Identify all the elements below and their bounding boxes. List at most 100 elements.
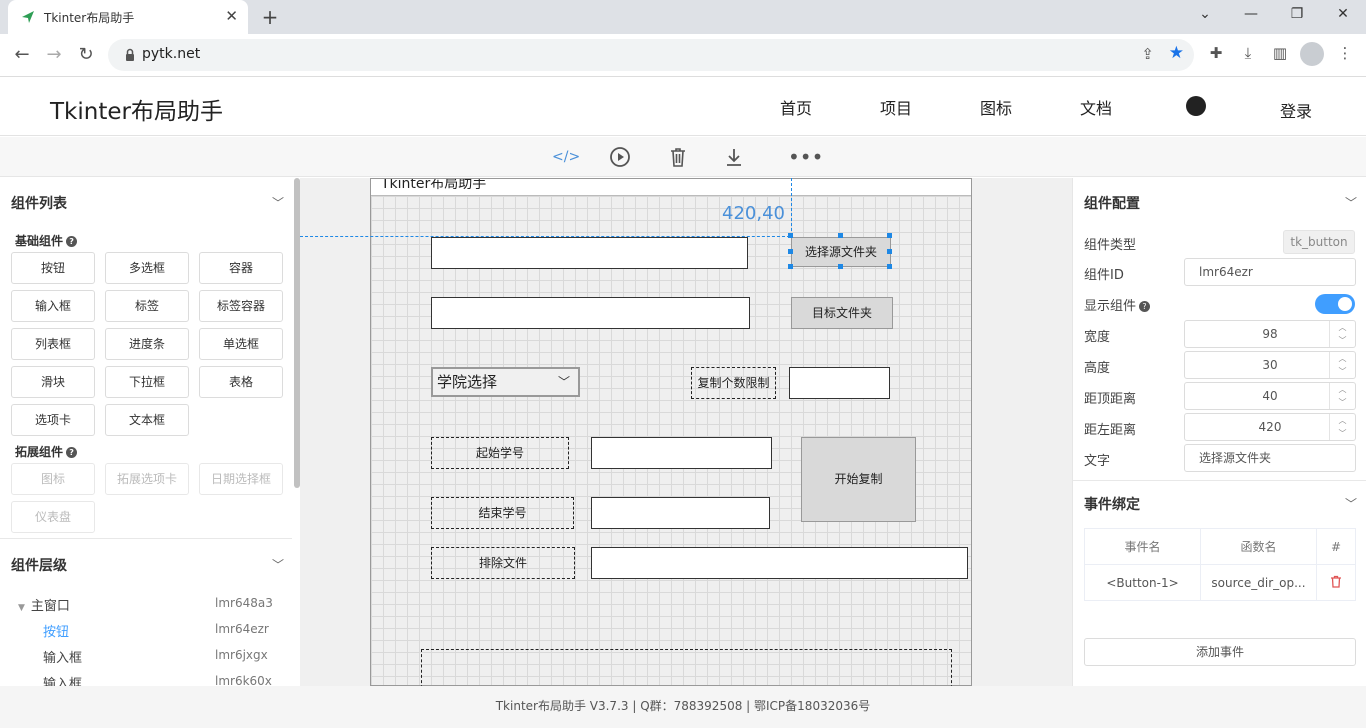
resize-handle[interactable] xyxy=(838,264,843,269)
component-text[interactable]: 文本框 xyxy=(105,404,189,436)
tk-label-end-id[interactable]: 结束学号 xyxy=(431,497,574,529)
table-row[interactable]: <Button-1> source_dir_op... xyxy=(1084,564,1356,601)
component-ext-notebook[interactable]: 拓展选项卡 xyxy=(105,463,189,495)
component-progressbar[interactable]: 进度条 xyxy=(105,328,189,360)
tk-button-start-copy[interactable]: 开始复制 xyxy=(801,437,916,522)
chevron-down-icon[interactable]: ﹀ xyxy=(1345,194,1357,211)
site-logo[interactable]: Tkinter布局助手 xyxy=(50,92,223,126)
divider xyxy=(1073,480,1366,481)
height-input[interactable]: 30 ︿ ﹀ xyxy=(1184,351,1356,379)
tk-button-target[interactable]: 目标文件夹 xyxy=(791,297,893,329)
tk-entry-end-id[interactable] xyxy=(591,497,770,529)
component-table[interactable]: 表格 xyxy=(199,366,283,398)
component-icon[interactable]: 图标 xyxy=(11,463,95,495)
text-input[interactable]: 选择源文件夹 xyxy=(1184,444,1356,472)
close-window-button[interactable]: ✕ xyxy=(1328,6,1358,22)
width-label: 宽度 xyxy=(1084,330,1111,345)
play-icon[interactable] xyxy=(608,145,632,169)
component-label[interactable]: 标签 xyxy=(105,290,189,322)
component-listbox[interactable]: 列表框 xyxy=(11,328,95,360)
component-button[interactable]: 按钮 xyxy=(11,252,95,284)
tree-item-selected[interactable]: 按钮 xyxy=(43,621,69,640)
nav-home[interactable]: 首页 xyxy=(780,95,812,119)
profile-avatar[interactable] xyxy=(1300,42,1324,66)
chevron-down-icon[interactable]: ﹀ xyxy=(558,369,570,395)
share-icon[interactable]: ⇪ xyxy=(1141,45,1154,63)
component-entry[interactable]: 输入框 xyxy=(11,290,95,322)
resize-handle[interactable] xyxy=(838,233,843,238)
arrow-right-icon[interactable]: → xyxy=(42,44,66,65)
download-icon[interactable]: ⤓ xyxy=(1237,44,1259,62)
resize-handle[interactable] xyxy=(788,233,793,238)
stepper-icon[interactable]: ︿ ﹀ xyxy=(1329,321,1355,347)
component-checkbox[interactable]: 多选框 xyxy=(105,252,189,284)
nav-icons[interactable]: 图标 xyxy=(980,95,1012,119)
caret-down-icon[interactable]: ▼ xyxy=(18,603,25,613)
tree-item[interactable]: 输入框 xyxy=(43,647,82,666)
tk-button-select-source[interactable]: 选择源文件夹 xyxy=(791,237,891,267)
component-slider[interactable]: 滑块 xyxy=(11,366,95,398)
width-input[interactable]: 98 ︿ ﹀ xyxy=(1184,320,1356,348)
login-link[interactable]: 登录 xyxy=(1280,98,1312,122)
component-radio[interactable]: 单选框 xyxy=(199,328,283,360)
tk-entry-copy-limit[interactable] xyxy=(789,367,890,399)
chevron-down-icon[interactable]: ﹀ xyxy=(272,556,284,573)
download-icon[interactable] xyxy=(722,145,746,169)
component-combobox[interactable]: 下拉框 xyxy=(105,366,189,398)
help-icon[interactable]: ? xyxy=(66,236,78,247)
restore-button[interactable]: ❐ xyxy=(1282,6,1312,22)
tk-entry-source[interactable] xyxy=(431,237,748,269)
side-panel-icon[interactable]: ▥ xyxy=(1269,44,1291,62)
github-icon[interactable] xyxy=(1186,96,1206,116)
tree-item[interactable]: 输入框 xyxy=(43,673,82,686)
tk-label-copy-limit[interactable]: 复制个数限制 xyxy=(691,367,776,399)
stepper-icon[interactable]: ︿ ﹀ xyxy=(1329,352,1355,378)
tree-item-root[interactable]: ▼ 主窗口 xyxy=(18,595,70,614)
resize-handle[interactable] xyxy=(887,264,892,269)
component-gauge[interactable]: 仪表盘 xyxy=(11,501,95,533)
tk-combobox-college[interactable]: 学院选择 ﹀ xyxy=(431,367,580,397)
tk-main-window[interactable]: Tkinter布局助手 选择源文件夹 目标文件夹 学院选择 ﹀ 复制个数限制 起始… xyxy=(370,178,972,709)
chevron-down-icon[interactable]: ﹀ xyxy=(1345,495,1357,512)
add-event-button[interactable]: 添加事件 xyxy=(1084,638,1356,666)
tab-close-icon[interactable]: ✕ xyxy=(225,7,238,25)
chevron-down-icon[interactable]: ﹀ xyxy=(272,194,284,211)
help-icon[interactable]: ? xyxy=(1139,301,1151,312)
resize-handle[interactable] xyxy=(788,249,793,254)
left-input[interactable]: 420 ︿ ﹀ xyxy=(1184,413,1356,441)
nav-projects[interactable]: 项目 xyxy=(880,95,912,119)
arrow-left-icon[interactable]: ← xyxy=(10,44,34,65)
top-input[interactable]: 40 ︿ ﹀ xyxy=(1184,382,1356,410)
bookmark-star-icon[interactable]: ★ xyxy=(1169,43,1184,63)
tk-label-start-id[interactable]: 起始学号 xyxy=(431,437,569,469)
tk-entry-target[interactable] xyxy=(431,297,750,329)
stepper-icon[interactable]: ︿ ﹀ xyxy=(1329,383,1355,409)
code-icon[interactable]: </> xyxy=(552,145,580,169)
reload-icon[interactable]: ↻ xyxy=(74,44,98,65)
resize-handle[interactable] xyxy=(788,264,793,269)
browser-tab[interactable]: Tkinter布局助手 ✕ xyxy=(8,0,248,34)
component-labelframe[interactable]: 标签容器 xyxy=(199,290,283,322)
component-datepicker[interactable]: 日期选择框 xyxy=(199,463,283,495)
resize-handle[interactable] xyxy=(887,249,892,254)
help-icon[interactable]: ? xyxy=(66,447,78,458)
tk-entry-start-id[interactable] xyxy=(591,437,772,469)
tk-entry-exclude[interactable] xyxy=(591,547,968,579)
tk-label-exclude[interactable]: 排除文件 xyxy=(431,547,575,579)
nav-docs[interactable]: 文档 xyxy=(1080,95,1112,119)
component-container[interactable]: 容器 xyxy=(199,252,283,284)
new-tab-button[interactable]: + xyxy=(258,5,282,29)
tab-search-icon[interactable]: ⌄ xyxy=(1190,6,1220,22)
stepper-icon[interactable]: ︿ ﹀ xyxy=(1329,414,1355,440)
delete-icon[interactable] xyxy=(1316,564,1356,601)
browser-menu-icon[interactable]: ⋮ xyxy=(1334,44,1356,62)
id-input[interactable]: lmr64ezr xyxy=(1184,258,1356,286)
trash-icon[interactable] xyxy=(666,145,690,169)
show-toggle[interactable] xyxy=(1315,294,1355,314)
component-notebook[interactable]: 选项卡 xyxy=(11,404,95,436)
omnibox[interactable]: pytk.net ⇪ ★ xyxy=(108,39,1194,71)
extensions-icon[interactable]: ✚ xyxy=(1205,44,1227,62)
minimize-button[interactable]: — xyxy=(1236,6,1266,22)
more-icon[interactable]: ••• xyxy=(788,145,823,169)
resize-handle[interactable] xyxy=(887,233,892,238)
